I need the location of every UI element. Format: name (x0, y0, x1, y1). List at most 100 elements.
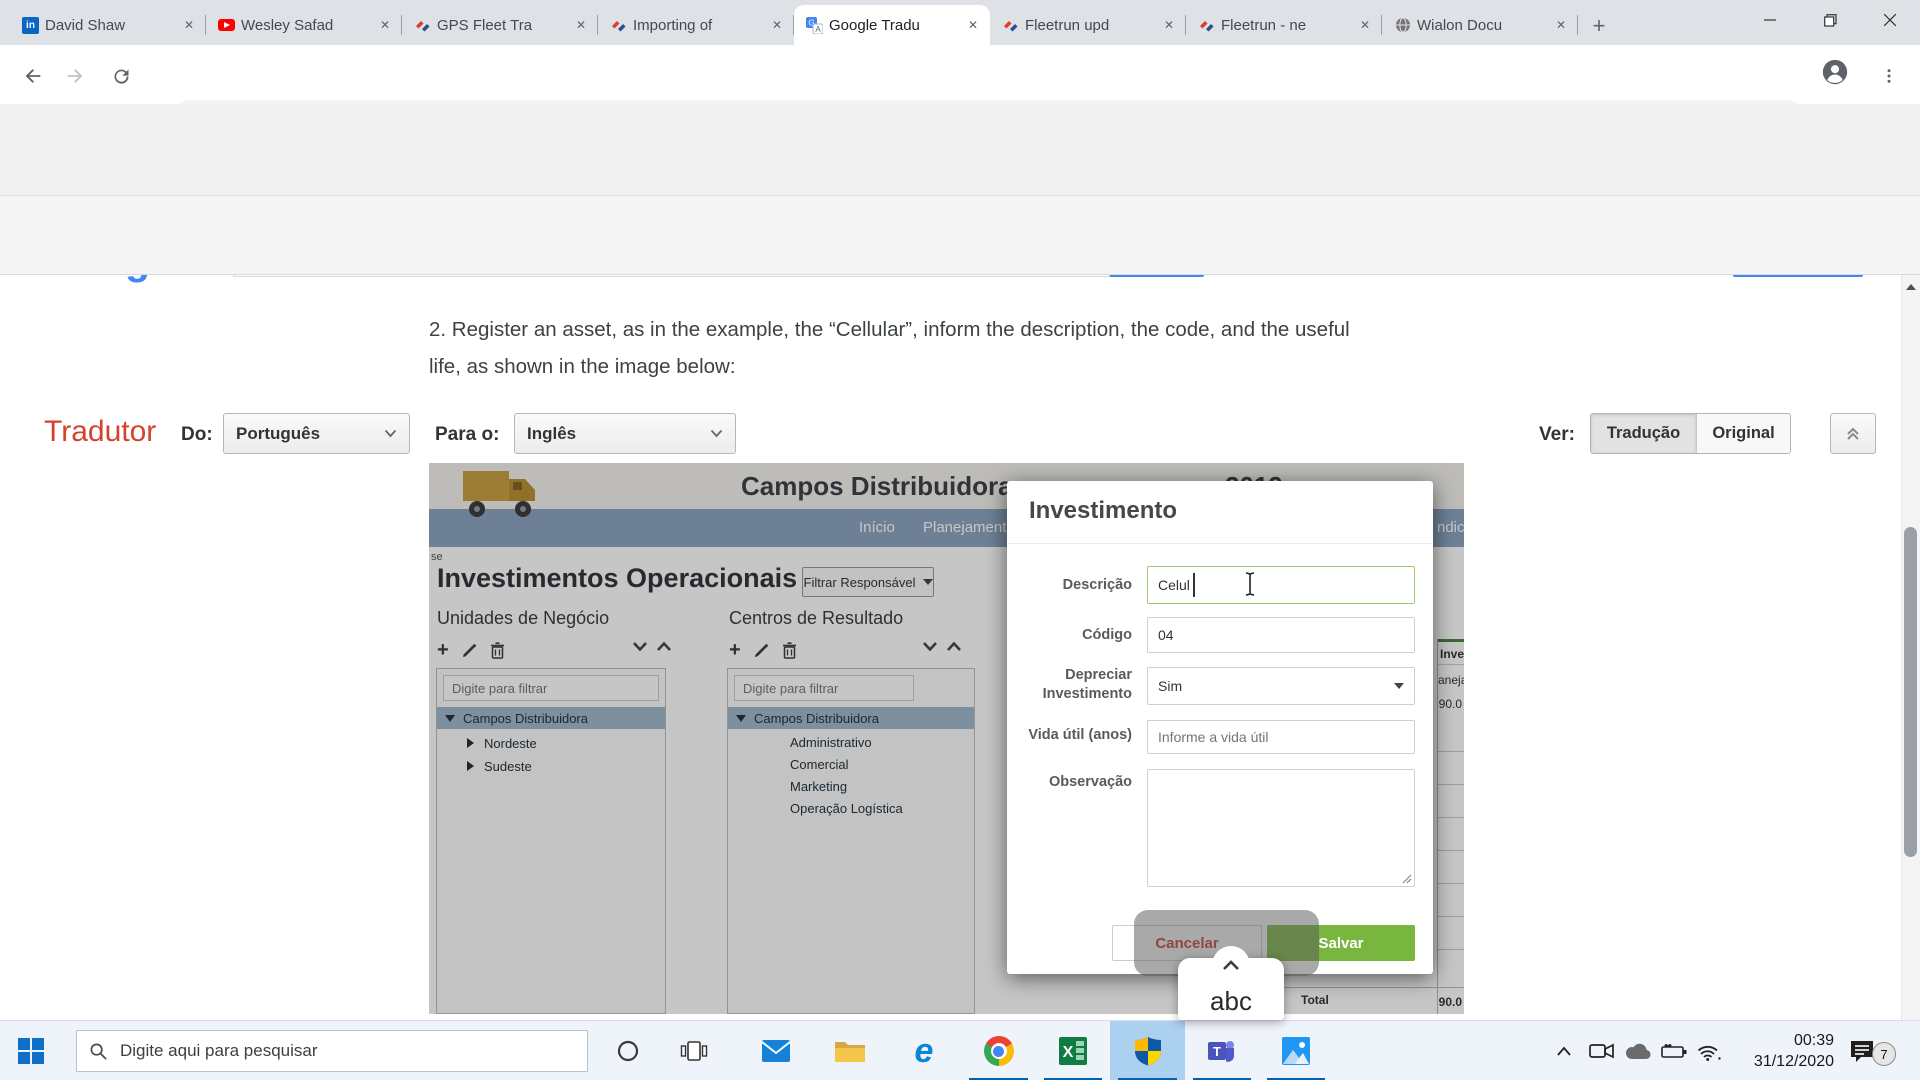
tab-importing[interactable]: Importing of ✕ (598, 5, 794, 45)
youtube-icon (218, 19, 235, 31)
tab-close-icon[interactable]: ✕ (180, 16, 198, 34)
close-window-button[interactable] (1860, 0, 1920, 40)
forward-icon[interactable] (62, 63, 88, 89)
browser-menu-icon[interactable] (1876, 63, 1902, 89)
photos-icon (1282, 1037, 1310, 1065)
browser-toolbar: translate.google.com (0, 45, 1920, 104)
ibeam-cursor-icon (1243, 571, 1257, 597)
svg-text:X: X (1063, 1044, 1074, 1061)
tradutor-brand: Tradutor (44, 415, 156, 449)
description-label: Descrição (1007, 576, 1132, 595)
browser-tab-bar: in David Shaw ✕ Wesley Safad ✕ GPS Fleet… (0, 0, 1920, 45)
svg-text:A: A (815, 25, 821, 34)
tab-close-icon[interactable]: ✕ (1552, 16, 1570, 34)
tab-close-icon[interactable]: ✕ (1356, 16, 1374, 34)
article-screenshot: Campos Distribuidora 2019 Início Planeja… (429, 463, 1464, 1014)
tab-title: Fleetrun - ne (1221, 17, 1350, 34)
taskbar-search-box[interactable]: Digite aqui para pesquisar (76, 1030, 588, 1072)
depreciate-label: Depreciar Investimento (1007, 666, 1132, 704)
translate-popup-widget[interactable]: abc (1178, 946, 1284, 1020)
scroll-up-icon[interactable] (1905, 283, 1917, 291)
view-label: Ver: (1539, 424, 1575, 446)
tab-title: Google Tradu (829, 17, 958, 34)
search-icon (89, 1042, 108, 1061)
taskbar-teams[interactable]: T (1185, 1021, 1259, 1080)
edge-icon: e (915, 1032, 934, 1071)
view-original-button[interactable]: Original (1696, 414, 1790, 453)
from-language-select[interactable]: Português (223, 413, 410, 454)
google-translate-icon: GA (806, 17, 823, 34)
notification-count-badge: 7 (1872, 1042, 1896, 1066)
tab-wialon-docs[interactable]: Wialon Docu ✕ (1382, 5, 1578, 45)
chrome-icon (984, 1036, 1014, 1066)
resize-handle-icon[interactable] (1402, 874, 1412, 884)
tab-google-translate-active[interactable]: GA Google Tradu ✕ (794, 5, 990, 45)
mail-icon (761, 1039, 791, 1063)
tab-title: Importing of (633, 17, 762, 34)
code-input[interactable] (1147, 617, 1415, 653)
taskbar-windows-security-active[interactable] (1110, 1021, 1185, 1080)
taskbar-clock[interactable]: 00:39 31/12/2020 (1718, 1030, 1834, 1072)
translate-toolbar: Tradutor Do: Português Para o: Inglês Ve… (0, 196, 1920, 275)
text-caret (1193, 573, 1195, 597)
taskbar-mail[interactable] (739, 1021, 813, 1080)
restore-button[interactable] (1800, 0, 1860, 40)
tab-close-icon[interactable]: ✕ (768, 16, 786, 34)
scrollbar-thumb[interactable] (1904, 527, 1917, 857)
tray-expand-button[interactable] (1548, 1021, 1580, 1080)
taskbar-chrome[interactable] (961, 1021, 1036, 1080)
taskbar-edge[interactable]: e (887, 1021, 961, 1080)
to-language-select[interactable]: Inglês (514, 413, 736, 454)
translate-popup-chevron[interactable] (1212, 946, 1250, 984)
tab-fleetrun-2[interactable]: Fleetrun - ne ✕ (1186, 5, 1382, 45)
taskbar-file-explorer[interactable] (813, 1021, 887, 1080)
notes-textarea[interactable] (1147, 769, 1415, 887)
tab-title: Wialon Docu (1417, 17, 1546, 34)
defender-shield-icon (1134, 1036, 1162, 1066)
tab-close-icon[interactable]: ✕ (964, 16, 982, 34)
tab-close-icon[interactable]: ✕ (572, 16, 590, 34)
start-button[interactable] (0, 1021, 62, 1080)
battery-icon[interactable] (1658, 1021, 1690, 1080)
chevron-up-icon (1222, 959, 1240, 971)
cortana-icon (616, 1039, 640, 1063)
minimize-button[interactable] (1740, 0, 1800, 40)
teams-icon: T (1208, 1037, 1236, 1065)
caret-down-icon (1394, 683, 1404, 689)
back-icon[interactable] (20, 63, 46, 89)
depreciate-select[interactable]: Sim (1147, 667, 1415, 705)
cortana-button[interactable] (600, 1021, 656, 1080)
task-view-button[interactable] (666, 1021, 722, 1080)
investment-modal: Investimento Descrição Código Depreciar … (1007, 481, 1433, 974)
tab-linkedin[interactable]: in David Shaw ✕ (10, 5, 206, 45)
linkedin-icon: in (22, 17, 39, 34)
double-chevron-up-icon (1844, 426, 1862, 442)
collapse-toolbar-button[interactable] (1830, 413, 1876, 454)
tab-fleetrun-1[interactable]: Fleetrun upd ✕ (990, 5, 1186, 45)
windows-logo-icon (18, 1038, 44, 1064)
onedrive-icon[interactable] (1622, 1021, 1654, 1080)
chevron-up-icon (1556, 1046, 1572, 1056)
excel-icon: X (1059, 1037, 1087, 1065)
reload-icon[interactable] (108, 63, 134, 89)
clock-date: 31/12/2020 (1718, 1051, 1834, 1072)
tab-gps-fleet[interactable]: GPS Fleet Tra ✕ (402, 5, 598, 45)
code-label: Código (1007, 626, 1132, 645)
translate-header: Google Fazer login (0, 104, 1920, 196)
view-translation-button[interactable]: Tradução (1591, 414, 1696, 453)
new-tab-button[interactable]: + (1584, 11, 1614, 41)
tab-youtube[interactable]: Wesley Safad ✕ (206, 5, 402, 45)
taskbar-excel[interactable]: X (1036, 1021, 1110, 1080)
chevron-down-icon (710, 429, 723, 438)
taskbar-photos[interactable] (1259, 1021, 1333, 1080)
useful-life-label: Vida útil (anos) (1007, 726, 1132, 745)
meet-now-icon[interactable] (1586, 1021, 1618, 1080)
profile-avatar[interactable] (1822, 59, 1848, 85)
svg-text:T: T (1213, 1044, 1221, 1059)
desktop: in David Shaw ✕ Wesley Safad ✕ GPS Fleet… (0, 0, 1920, 1080)
folder-icon (834, 1038, 866, 1064)
description-input[interactable] (1147, 566, 1415, 604)
tab-close-icon[interactable]: ✕ (376, 16, 394, 34)
tab-close-icon[interactable]: ✕ (1160, 16, 1178, 34)
useful-life-input[interactable] (1147, 720, 1415, 754)
